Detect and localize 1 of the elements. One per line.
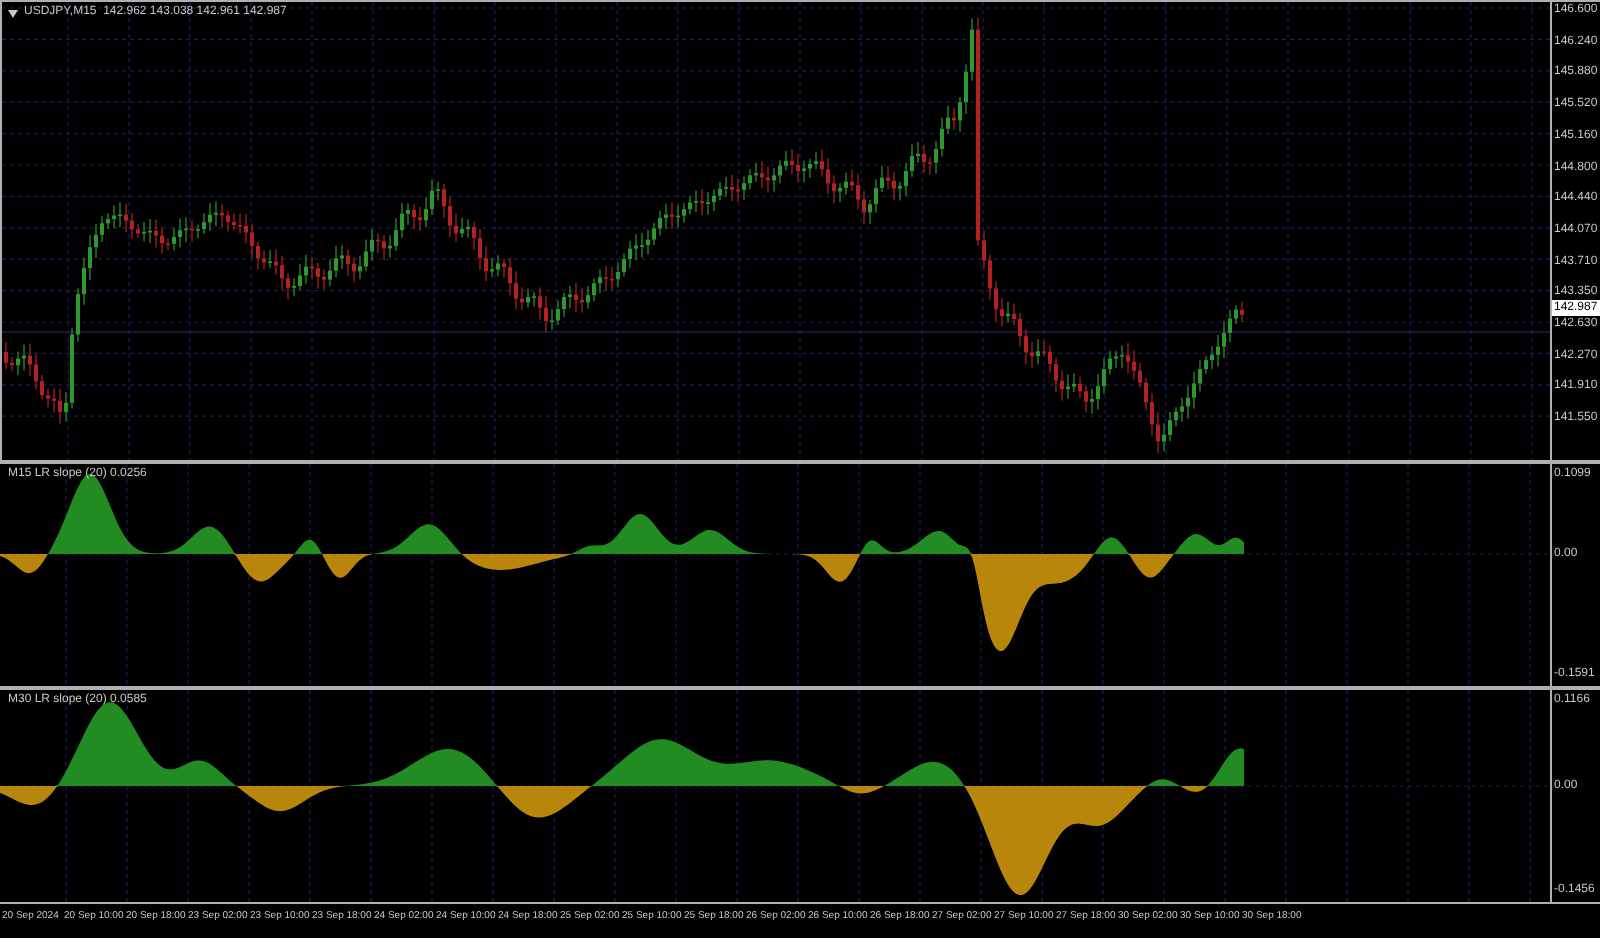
- dropdown-triangle-icon[interactable]: [8, 9, 18, 17]
